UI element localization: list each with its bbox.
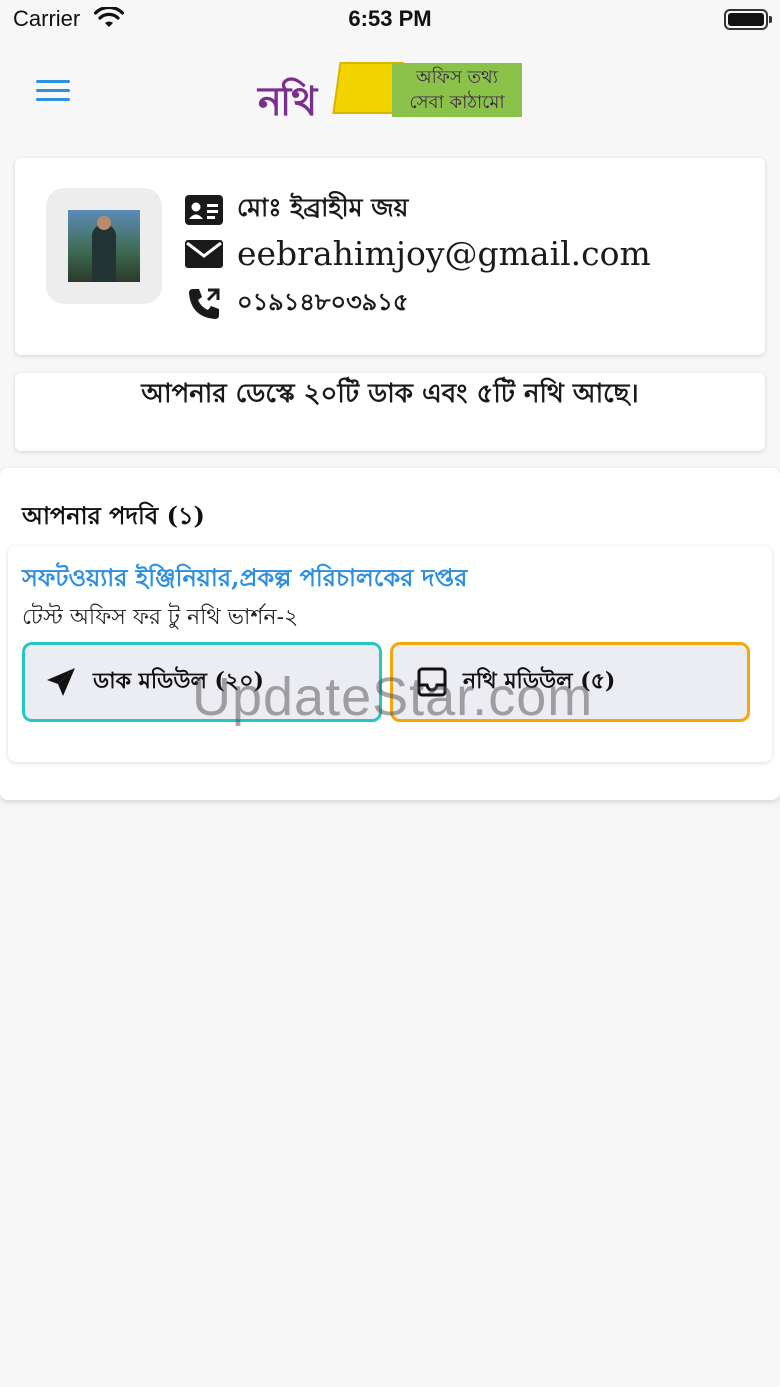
avatar-frame xyxy=(46,188,162,304)
designation-section-title: আপনার পদবি (১) xyxy=(22,501,205,530)
designation-panel: আপনার পদবি (১) সফটওয়্যার ইঞ্জিনিয়ার,প্… xyxy=(0,468,780,800)
profile-email: eebrahimjoy@gmail.com xyxy=(237,234,651,273)
profile-name: মোঃ ইব্রাহীম জয় xyxy=(237,193,409,222)
desk-summary-card: আপনার ডেস্কে ২০টি ডাক এবং ৫টি নথি আছে। xyxy=(15,373,765,451)
desk-summary-text: আপনার ডেস্কে ২০টি ডাক এবং ৫টি নথি আছে। xyxy=(141,379,639,409)
designation-card: সফটওয়্যার ইঞ্জিনিয়ার,প্রকল্প পরিচালকের… xyxy=(8,546,772,762)
status-bar: Carrier 6:53 PM xyxy=(0,0,780,40)
profile-phone-row: ০১৯১৪৮০৩৯১৫ xyxy=(183,284,408,324)
watermark: UpdateStar.com xyxy=(192,667,594,727)
logo-tagline-line1: অফিস তথ্য xyxy=(416,67,498,88)
logo-tagline-line2: সেবা কাঠামো xyxy=(409,92,505,113)
hamburger-menu-icon[interactable] xyxy=(36,80,70,102)
envelope-icon xyxy=(183,239,225,268)
avatar xyxy=(68,210,140,282)
profile-email-row: eebrahimjoy@gmail.com xyxy=(183,234,651,273)
id-card-icon xyxy=(183,194,225,225)
designation-role-title[interactable]: সফটওয়্যার ইঞ্জিনিয়ার,প্রকল্প পরিচালকের… xyxy=(22,560,467,600)
profile-card: মোঃ ইব্রাহীম জয় eebrahimjoy@gmail.com ০… xyxy=(15,158,765,355)
profile-name-row: মোঃ ইব্রাহীম জয় xyxy=(183,188,408,231)
logo-tagline: অফিস তথ্য সেবা কাঠামো xyxy=(392,63,522,117)
clock: 6:53 PM xyxy=(348,6,432,31)
paper-plane-icon xyxy=(47,668,75,696)
profile-phone: ০১৯১৪৮০৩৯১৫ xyxy=(237,287,409,316)
app-logo: নথি অফিস তথ্য সেবা কাঠামো xyxy=(258,62,522,125)
designation-office-name: টেস্ট অফিস ফর টু নথি ভার্শন-২ xyxy=(22,605,299,630)
phone-call-icon xyxy=(183,286,225,322)
logo-mark: নথি xyxy=(258,78,317,125)
battery-icon xyxy=(724,9,772,30)
